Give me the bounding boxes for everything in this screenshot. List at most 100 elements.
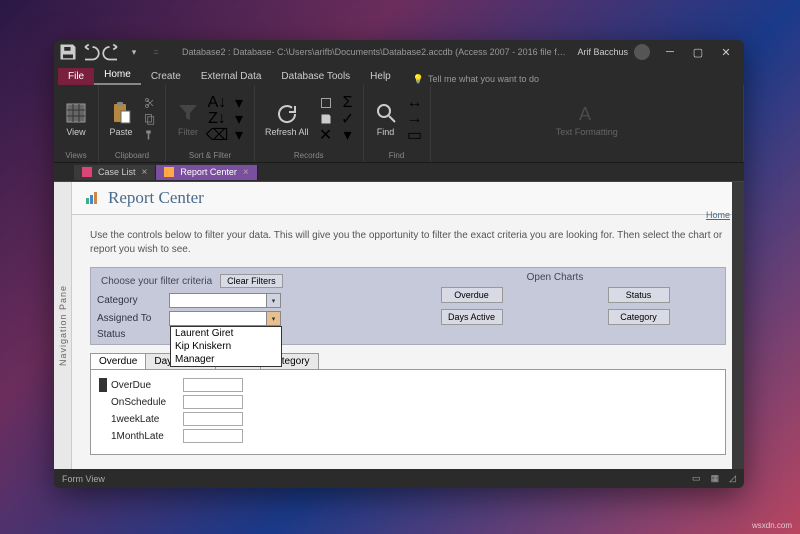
navigation-pane-collapsed[interactable]: Navigation Pane bbox=[54, 182, 72, 469]
cut-icon bbox=[141, 96, 159, 110]
category-chart-button[interactable]: Category bbox=[608, 309, 670, 325]
titlebar: ▾ = Database2 : Database- C:\Users\arifb… bbox=[54, 40, 744, 64]
totals-icon[interactable]: Σ bbox=[339, 96, 357, 110]
ribbon-group-text-formatting: A Text Formatting bbox=[431, 85, 744, 163]
statusbar: Form View ▭ ▦ ◿ bbox=[54, 469, 744, 488]
result-tab-overdue[interactable]: Overdue bbox=[90, 353, 146, 369]
ribbon-group-records: Refresh All ✕ Σ ✓ ▾ Records bbox=[255, 85, 364, 163]
tab-database-tools[interactable]: Database Tools bbox=[271, 68, 360, 85]
tab-help[interactable]: Help bbox=[360, 68, 401, 85]
find-label: Find bbox=[377, 127, 395, 137]
select-icon[interactable]: ▭ bbox=[406, 128, 424, 142]
doc-tab-label: Report Center bbox=[180, 167, 237, 177]
redo-icon[interactable] bbox=[102, 42, 122, 62]
ribbon: View Views Paste Clipboard bbox=[54, 85, 744, 164]
overdue-chart-button[interactable]: Overdue bbox=[441, 287, 503, 303]
vertical-scrollbar[interactable] bbox=[732, 182, 744, 469]
home-link[interactable]: Home bbox=[706, 210, 730, 220]
close-icon[interactable]: × bbox=[142, 167, 148, 178]
page-title: Report Center bbox=[108, 188, 204, 208]
view-button[interactable]: View bbox=[60, 99, 92, 139]
form-icon bbox=[164, 167, 174, 177]
doc-tab-report-center[interactable]: Report Center × bbox=[156, 165, 257, 180]
user-account[interactable]: Arif Bacchus bbox=[577, 44, 650, 60]
refresh-label: Refresh All bbox=[265, 128, 309, 137]
replace-icon[interactable]: ↔ bbox=[406, 96, 424, 110]
user-name: Arif Bacchus bbox=[577, 47, 628, 57]
app-window: ▾ = Database2 : Database- C:\Users\arifb… bbox=[54, 40, 744, 488]
form-view-icon[interactable]: ▭ bbox=[692, 473, 701, 484]
layout-view-icon[interactable]: ◿ bbox=[729, 473, 736, 484]
chevron-down-icon[interactable]: ▾ bbox=[266, 294, 280, 307]
datasheet-icon bbox=[64, 101, 88, 125]
document-title: Database2 : Database- C:\Users\arifb\Doc… bbox=[182, 47, 577, 57]
delete-record-icon[interactable]: ✕ bbox=[317, 128, 335, 142]
sort-desc-icon: Z↓ bbox=[208, 112, 226, 126]
undo-icon[interactable] bbox=[80, 42, 100, 62]
pivot-onschedule: OnSchedule bbox=[111, 397, 183, 408]
chart-icon bbox=[86, 192, 100, 204]
days-active-chart-button[interactable]: Days Active bbox=[441, 309, 503, 325]
find-icon bbox=[374, 101, 398, 125]
filter-icon bbox=[176, 101, 200, 125]
category-combo[interactable]: ▾ bbox=[169, 293, 281, 308]
close-icon[interactable]: × bbox=[243, 167, 249, 178]
ribbon-group-clipboard: Paste Clipboard bbox=[99, 85, 166, 163]
tab-external-data[interactable]: External Data bbox=[191, 68, 272, 85]
group-label-clipboard: Clipboard bbox=[115, 151, 149, 160]
tab-create[interactable]: Create bbox=[141, 68, 191, 85]
clear-filters-button[interactable]: Clear Filters bbox=[220, 274, 283, 288]
paste-button[interactable]: Paste bbox=[105, 99, 137, 139]
assigned-to-dropdown: Laurent Giret Kip Kniskern Manager bbox=[170, 326, 282, 367]
text-format-label: Text Formatting bbox=[556, 128, 618, 137]
datasheet-view-icon[interactable]: ▦ bbox=[711, 473, 720, 484]
assigned-to-combo[interactable]: ▾ Laurent Giret Kip Kniskern Manager bbox=[169, 311, 281, 326]
filter-criteria: Choose your filter criteria Clear Filter… bbox=[93, 270, 373, 342]
category-label: Category bbox=[97, 295, 169, 306]
minimize-button[interactable]: ─ bbox=[656, 40, 684, 64]
pivot-value[interactable] bbox=[183, 412, 243, 426]
instructions-text: Use the controls below to filter your da… bbox=[90, 229, 726, 257]
doc-tab-case-list[interactable]: Case List × bbox=[74, 165, 156, 180]
view-label: View bbox=[66, 127, 85, 137]
form-header: Report Center bbox=[72, 182, 744, 215]
dropdown-option[interactable]: Manager bbox=[171, 353, 281, 366]
save-record-icon[interactable] bbox=[317, 112, 335, 126]
chevron-down-icon[interactable]: ▾ bbox=[266, 312, 280, 325]
group-label-records: Records bbox=[294, 151, 324, 160]
maximize-button[interactable]: ▢ bbox=[684, 40, 712, 64]
status-label: Status bbox=[97, 329, 169, 340]
pivot-value[interactable] bbox=[183, 429, 243, 443]
more-records-icon[interactable]: ▾ bbox=[339, 128, 357, 142]
paste-label: Paste bbox=[109, 127, 132, 137]
ribbon-group-find: Find ↔ → ▭ Find bbox=[364, 85, 431, 163]
save-icon[interactable] bbox=[58, 42, 78, 62]
tab-file[interactable]: File bbox=[58, 68, 94, 85]
dropdown-option[interactable]: Kip Kniskern bbox=[171, 340, 281, 353]
new-record-icon[interactable] bbox=[317, 96, 335, 110]
pivot-month: 1MonthLate bbox=[111, 431, 183, 442]
format-painter-icon bbox=[141, 128, 159, 142]
ribbon-group-sort-filter: Filter A↓ Z↓ ⌫ ▾ ▾ ▾ Sort & Filter bbox=[166, 85, 255, 163]
find-button[interactable]: Find bbox=[370, 99, 402, 139]
filter-title: Choose your filter criteria bbox=[101, 276, 212, 287]
doc-tab-label: Case List bbox=[98, 167, 136, 177]
refresh-all-button[interactable]: Refresh All bbox=[261, 100, 313, 139]
pivot-value[interactable] bbox=[183, 378, 243, 392]
tell-me-label: Tell me what you want to do bbox=[428, 74, 539, 84]
pivot-value[interactable] bbox=[183, 395, 243, 409]
close-button[interactable]: ✕ bbox=[712, 40, 740, 64]
tab-home[interactable]: Home bbox=[94, 66, 141, 85]
row-selector[interactable] bbox=[99, 378, 107, 392]
group-label-text bbox=[586, 151, 588, 160]
dropdown-option[interactable]: Laurent Giret bbox=[171, 327, 281, 340]
sort-asc-icon: A↓ bbox=[208, 96, 226, 110]
report-center-form: Report Center Home Use the controls belo… bbox=[72, 182, 744, 469]
tell-me-search[interactable]: 💡 Tell me what you want to do bbox=[413, 74, 539, 85]
goto-icon[interactable]: → bbox=[406, 112, 424, 126]
status-chart-button[interactable]: Status bbox=[608, 287, 670, 303]
spelling-icon[interactable]: ✓ bbox=[339, 112, 357, 126]
qat-dropdown-icon[interactable]: ▾ bbox=[124, 42, 144, 62]
group-label-views: Views bbox=[65, 151, 86, 160]
copy-icon bbox=[141, 112, 159, 126]
